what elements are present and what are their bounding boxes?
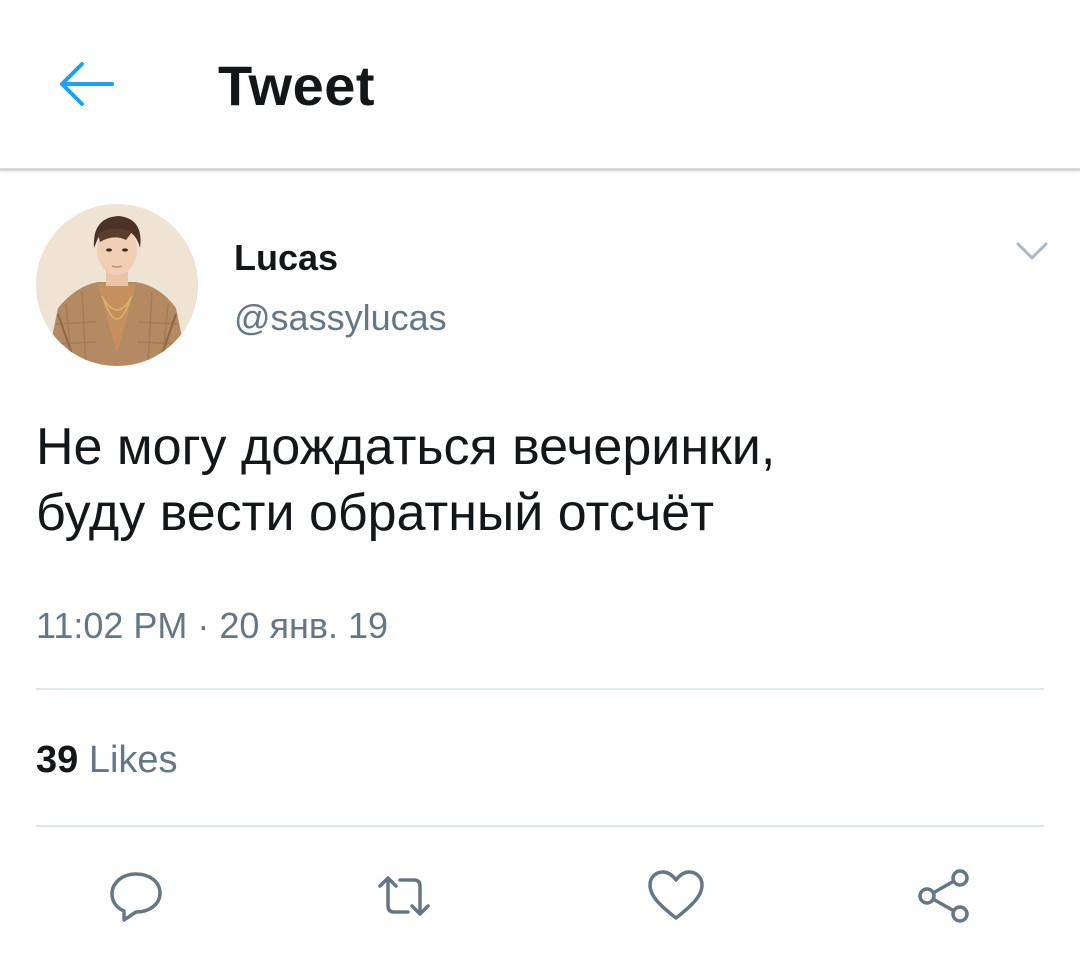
divider (36, 825, 1044, 827)
tweet-timestamp[interactable]: 11:02 PM · 20 янв. 19 (36, 604, 388, 648)
divider (36, 688, 1044, 690)
likes-count: 39 (36, 739, 79, 781)
app-header: Tweet (0, 0, 1080, 171)
tweet-menu-button[interactable] (1012, 236, 1052, 266)
page-title: Tweet (218, 54, 376, 117)
like-button[interactable] (646, 866, 706, 926)
avatar[interactable] (36, 204, 198, 366)
chevron-down-icon (1016, 242, 1048, 260)
tweet-text: Не могу дождаться вечеринки, буду вести … (36, 414, 1046, 546)
reply-icon (110, 872, 162, 922)
reply-button[interactable] (106, 866, 166, 926)
tweet-text-line-1: Не могу дождаться вечеринки, (36, 418, 776, 476)
heart-icon (648, 870, 704, 920)
retweet-icon (378, 876, 430, 916)
likes-label: Likes (88, 739, 178, 781)
back-button[interactable] (54, 56, 118, 112)
share-icon (918, 869, 969, 923)
author-display-name[interactable]: Lucas (234, 238, 338, 278)
likes-stat[interactable]: 39 Likes (36, 738, 178, 782)
tweet-text-line-2: буду вести обратный отсчёт (36, 484, 715, 542)
arrow-left-icon (60, 62, 114, 106)
retweet-button[interactable] (374, 866, 434, 926)
share-button[interactable] (914, 866, 974, 926)
avatar-photo (36, 204, 198, 366)
author-handle[interactable]: @sassylucas (234, 298, 447, 338)
